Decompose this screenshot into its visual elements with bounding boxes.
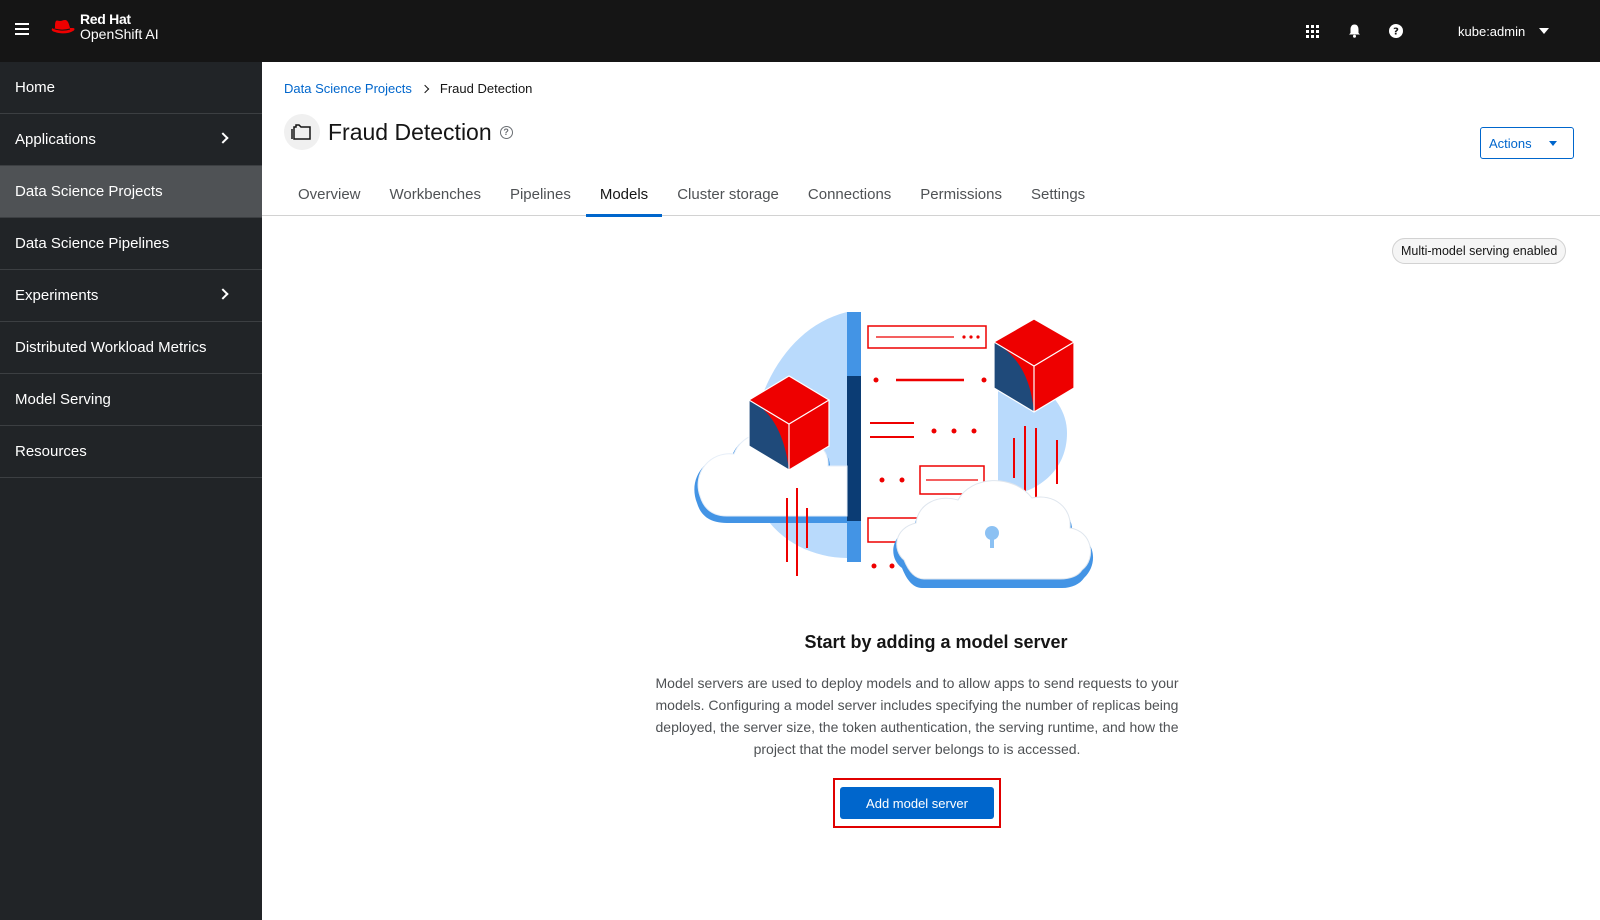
hamburger-menu-icon[interactable] bbox=[15, 23, 29, 37]
sidebar-item-home[interactable]: Home bbox=[0, 62, 262, 114]
sidebar-item-label: Data Science Pipelines bbox=[15, 235, 170, 252]
svg-text:?: ? bbox=[1393, 27, 1399, 38]
tab-settings[interactable]: Settings bbox=[1017, 176, 1099, 216]
caret-down-icon bbox=[1549, 141, 1557, 146]
help-icon[interactable]: ? bbox=[499, 125, 513, 139]
user-menu[interactable]: kube:admin bbox=[1458, 20, 1550, 42]
breadcrumb-current: Fraud Detection bbox=[439, 81, 533, 96]
tab-permissions[interactable]: Permissions bbox=[906, 176, 1016, 216]
tab-pipelines[interactable]: Pipelines bbox=[496, 176, 585, 216]
user-name: kube:admin bbox=[1458, 23, 1526, 39]
tab-overview[interactable]: Overview bbox=[284, 176, 375, 216]
notification-bell-icon[interactable] bbox=[1343, 20, 1365, 42]
project-folder-icon bbox=[284, 114, 320, 150]
tab-cluster-storage[interactable]: Cluster storage bbox=[663, 176, 793, 216]
sidebar-item-label: Data Science Projects bbox=[15, 183, 163, 200]
breadcrumb: Data Science Projects Fraud Detection bbox=[284, 81, 532, 96]
redhat-fedora-icon bbox=[51, 20, 75, 34]
chevron-right-icon bbox=[420, 84, 430, 93]
logo[interactable]: Red Hat OpenShift AI bbox=[50, 12, 159, 42]
sidebar-item-label: Applications bbox=[15, 131, 96, 148]
product-name: OpenShift AI bbox=[80, 26, 159, 42]
chevron-right-icon bbox=[217, 132, 229, 144]
brand-name: Red Hat bbox=[80, 11, 131, 27]
sidebar-item-model-serving[interactable]: Model Serving bbox=[0, 374, 262, 426]
sidebar-item-label: Model Serving bbox=[15, 391, 111, 408]
masthead: Red Hat OpenShift AI ? kube:admin bbox=[0, 0, 1600, 62]
page-title: Fraud Detection bbox=[328, 118, 492, 145]
sidebar-item-label: Home bbox=[15, 79, 56, 96]
sidebar-nav: Home Applications Data Science Projects … bbox=[0, 62, 262, 920]
model-server-illustration bbox=[694, 312, 1094, 588]
serving-mode-badge: Multi-model serving enabled bbox=[1392, 238, 1567, 264]
sidebar-item-label: Distributed Workload Metrics bbox=[15, 339, 207, 356]
breadcrumb-link-projects[interactable]: Data Science Projects bbox=[284, 81, 412, 96]
empty-state-title: Start by adding a model server bbox=[804, 632, 1068, 652]
sidebar-item-distributed-workload-metrics[interactable]: Distributed Workload Metrics bbox=[0, 322, 262, 374]
sidebar-item-experiments[interactable]: Experiments bbox=[0, 270, 262, 322]
empty-state-body: Model servers are used to deploy models … bbox=[655, 675, 1179, 757]
project-tabs: Overview Workbenches Pipelines Models Cl… bbox=[262, 176, 1600, 217]
tab-models[interactable]: Models bbox=[585, 176, 663, 217]
sidebar-item-applications[interactable]: Applications bbox=[0, 114, 262, 166]
chevron-right-icon bbox=[217, 288, 229, 300]
page-header: Fraud Detection ? bbox=[284, 114, 513, 150]
sidebar-item-label: Experiments bbox=[15, 287, 99, 304]
main-content: Data Science Projects Fraud Detection Fr… bbox=[262, 62, 1600, 920]
actions-label: Actions bbox=[1489, 135, 1532, 151]
actions-dropdown-button[interactable]: Actions bbox=[1480, 127, 1574, 159]
tab-workbenches[interactable]: Workbenches bbox=[376, 176, 495, 216]
add-model-server-button[interactable]: Add model server bbox=[840, 787, 994, 819]
app-launcher-grid-icon[interactable] bbox=[1301, 20, 1323, 42]
sidebar-item-data-science-projects[interactable]: Data Science Projects bbox=[0, 166, 262, 218]
chevron-down-icon bbox=[1539, 28, 1550, 34]
sidebar-item-resources[interactable]: Resources bbox=[0, 426, 262, 478]
tab-connections[interactable]: Connections bbox=[794, 176, 905, 216]
sidebar-item-data-science-pipelines[interactable]: Data Science Pipelines bbox=[0, 218, 262, 270]
sidebar-item-label: Resources bbox=[15, 443, 87, 460]
help-circle-icon[interactable]: ? bbox=[1385, 20, 1407, 42]
